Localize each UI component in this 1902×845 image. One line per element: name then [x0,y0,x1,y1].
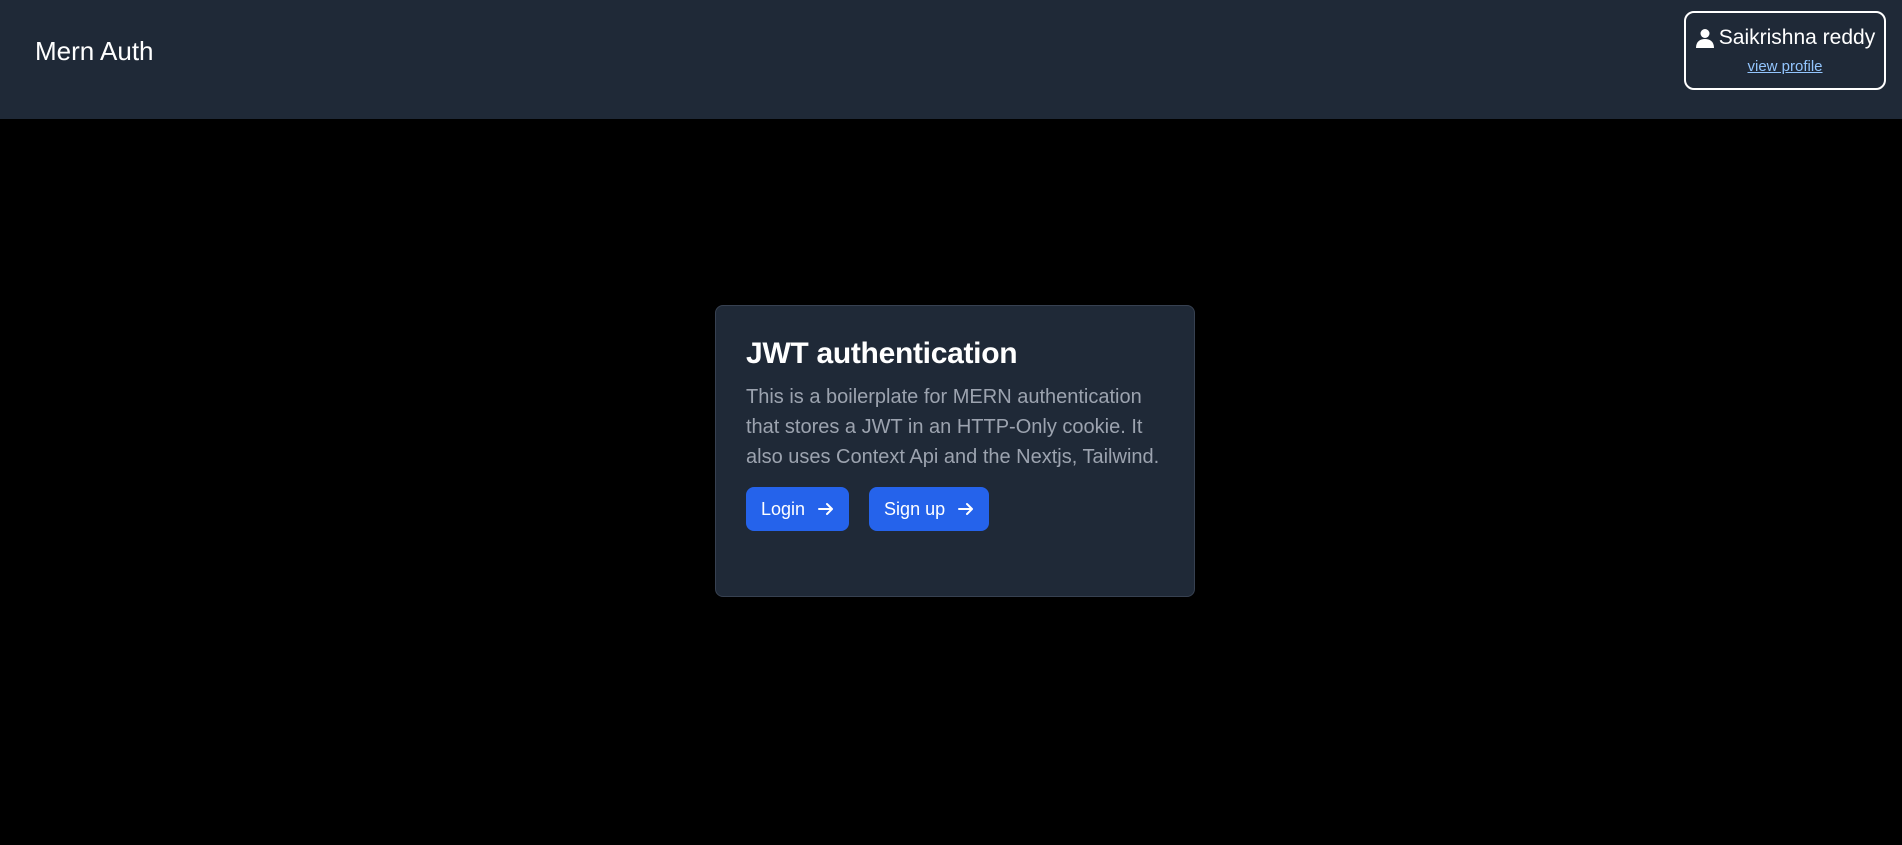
view-profile-link[interactable]: view profile [1747,58,1822,75]
card-actions: Login Sign up [746,487,1164,531]
user-row: Saikrishna reddy [1686,26,1884,50]
arrow-right-icon [958,503,974,515]
user-profile-box: Saikrishna reddy view profile [1684,11,1886,90]
user-name: Saikrishna reddy [1718,26,1876,49]
signup-button[interactable]: Sign up [869,487,990,531]
login-button-label: Login [761,498,806,519]
card-description: This is a boilerplate for MERN authentic… [746,386,1160,468]
arrow-right-icon [818,503,834,515]
auth-card: JWT authentication This is a boilerplate… [715,305,1195,597]
card-title: JWT authentication [746,337,1018,370]
signup-button-label: Sign up [884,498,946,519]
login-button[interactable]: Login [746,487,850,531]
brand-title[interactable]: Mern Auth [35,36,154,66]
navbar: Mern Auth Saikrishna reddy view profile [0,0,1902,119]
user-icon [1695,29,1714,48]
